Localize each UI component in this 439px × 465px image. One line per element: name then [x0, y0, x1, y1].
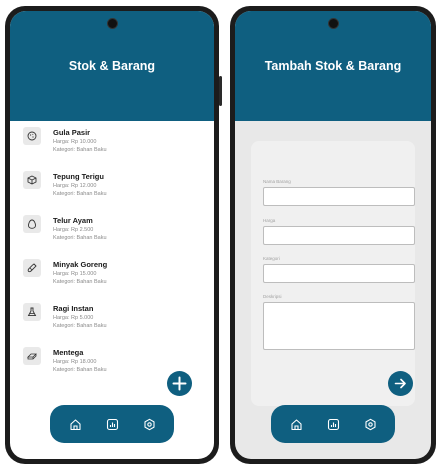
stock-list-screen: Stok & Barang Gula Pasir Harga: Rp 10.00… [10, 11, 214, 459]
bottom-nav [50, 405, 174, 443]
stock-list: Gula Pasir Harga: Rp 10.000 Kategori: Ba… [10, 121, 214, 385]
item-price: Harga: Rp 18.000 [53, 359, 97, 365]
add-stock-screen: Tambah Stok & Barang Nama Barang Harga K… [235, 11, 431, 459]
arrow-right-icon [394, 378, 406, 389]
add-item-button[interactable] [167, 371, 192, 396]
category-field[interactable] [263, 264, 415, 283]
item-price: Harga: Rp 15.000 [53, 271, 97, 277]
item-category: Kategori: Bahan Baku [53, 235, 107, 241]
item-price: Harga: Rp 12.000 [53, 183, 97, 189]
settings-icon [365, 418, 376, 431]
nav-settings-button[interactable] [364, 418, 377, 431]
item-name-label: Nama Barang [263, 179, 291, 184]
home-icon [291, 419, 302, 431]
item-category: Kategori: Bahan Baku [53, 323, 107, 329]
page-title: Stok & Barang [68, 59, 156, 73]
flask-icon [23, 303, 41, 321]
list-item[interactable]: Minyak Goreng Harga: Rp 15.000 Kategori:… [10, 253, 214, 297]
header-bar: Stok & Barang [10, 11, 214, 121]
nav-report-button[interactable] [106, 418, 119, 431]
item-name: Tepung Terigu [53, 172, 104, 181]
list-item[interactable]: Telur Ayam Harga: Rp 2.500 Kategori: Bah… [10, 209, 214, 253]
header-bar: Tambah Stok & Barang [235, 11, 431, 121]
front-camera [327, 18, 339, 29]
item-category: Kategori: Bahan Baku [53, 367, 107, 373]
item-category: Kategori: Bahan Baku [53, 147, 107, 153]
price-label: Harga [263, 218, 276, 223]
item-name: Telur Ayam [53, 216, 93, 225]
item-price: Harga: Rp 10.000 [53, 139, 97, 145]
item-category: Kategori: Bahan Baku [53, 279, 107, 285]
item-name: Gula Pasir [53, 128, 91, 137]
list-item[interactable]: Gula Pasir Harga: Rp 10.000 Kategori: Ba… [10, 121, 214, 165]
item-category: Kategori: Bahan Baku [53, 191, 107, 197]
home-icon [70, 419, 81, 431]
nav-settings-button[interactable] [143, 418, 156, 431]
bottle-icon [23, 259, 41, 277]
nav-home-button[interactable] [69, 418, 82, 431]
front-camera [106, 18, 118, 29]
bottom-nav [271, 405, 395, 443]
page-title: Tambah Stok & Barang [264, 59, 402, 73]
settings-icon [144, 418, 155, 431]
chart-icon [327, 418, 340, 431]
plus-icon [172, 376, 187, 391]
egg-icon [23, 215, 41, 233]
item-name-field[interactable] [263, 187, 415, 206]
item-price: Harga: Rp 2.500 [53, 227, 94, 233]
chart-icon [106, 418, 119, 431]
power-button [219, 76, 222, 106]
item-price: Harga: Rp 5.000 [53, 315, 94, 321]
list-item[interactable]: Ragi Instan Harga: Rp 5.000 Kategori: Ba… [10, 297, 214, 341]
butter-icon [23, 347, 41, 365]
category-label: Kategori [263, 256, 280, 261]
cookie-icon [23, 127, 41, 145]
item-name: Mentega [53, 348, 84, 357]
price-field[interactable] [263, 226, 415, 245]
description-field[interactable] [263, 302, 415, 350]
submit-button[interactable] [388, 371, 413, 396]
item-name: Ragi Instan [53, 304, 94, 313]
item-name: Minyak Goreng [53, 260, 108, 269]
nav-report-button[interactable] [327, 418, 340, 431]
package-icon [23, 171, 41, 189]
description-label: Deskripsi [263, 294, 282, 299]
nav-home-button[interactable] [290, 418, 303, 431]
phone-frame-stock-list: Stok & Barang Gula Pasir Harga: Rp 10.00… [5, 6, 222, 464]
list-item[interactable]: Tepung Terigu Harga: Rp 12.000 Kategori:… [10, 165, 214, 209]
phone-frame-add-stock: Tambah Stok & Barang Nama Barang Harga K… [230, 6, 436, 464]
